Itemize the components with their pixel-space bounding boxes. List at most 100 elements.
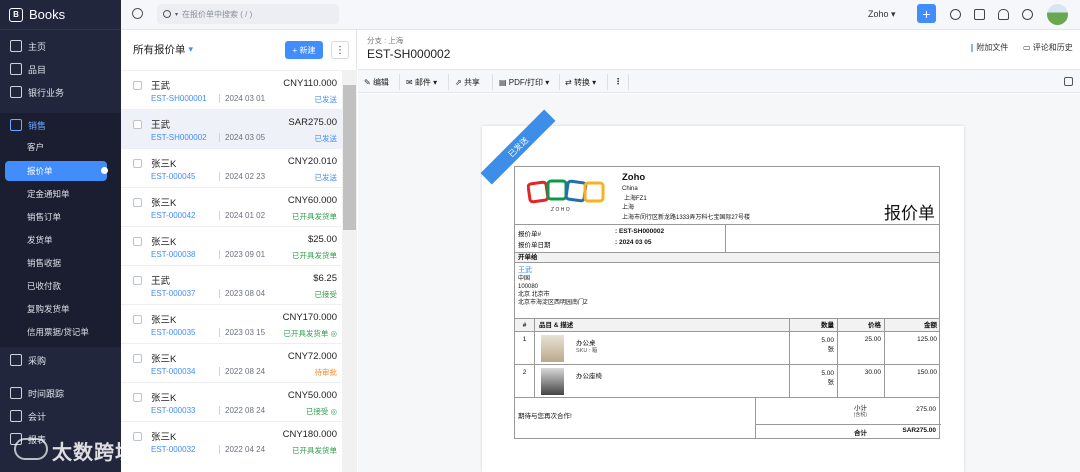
- quote-date: 2022 08 24: [219, 406, 265, 415]
- sidebar: B Books 主页 品目 银行业务 销售 客户 报价单 定金通知单 销售订单 …: [0, 0, 121, 472]
- sidebar-sub-deposit[interactable]: 定金通知单: [0, 184, 121, 204]
- sidebar-sub-quotes[interactable]: 报价单: [0, 161, 121, 181]
- quote-date-label: 报价单日期: [518, 242, 551, 249]
- sidebar-item-items[interactable]: 品目: [0, 58, 121, 80]
- recent-history-icon[interactable]: [132, 8, 143, 19]
- row-checkbox[interactable]: [133, 354, 142, 363]
- sidebar-item-label: 主页: [28, 41, 47, 52]
- status-badge: 已接受: [314, 290, 338, 299]
- books-logo-icon: B: [9, 7, 23, 22]
- sidebar-item-sales[interactable]: 销售: [0, 114, 121, 136]
- row-checkbox[interactable]: [133, 237, 142, 246]
- checklist-icon[interactable]: [1064, 77, 1073, 86]
- comments-history-button[interactable]: ▭ 评论和历史: [1023, 42, 1073, 53]
- status-badge: 已开具发货单: [292, 212, 337, 221]
- sidebar-sub-invoices[interactable]: 发货单: [0, 230, 121, 250]
- col-header-item: 品目 & 描述: [539, 322, 574, 329]
- search-input[interactable]: ▾ 在报价单中搜索 ( / ): [157, 4, 339, 24]
- row-checkbox[interactable]: [133, 276, 142, 285]
- quick-create-button[interactable]: +: [917, 4, 936, 23]
- quote-number: EST-000037: [151, 289, 196, 298]
- quote-number: EST-000033: [151, 406, 196, 415]
- comments-label: 评论和历史: [1032, 43, 1073, 52]
- more-actions-button[interactable]: ⋮: [614, 77, 622, 86]
- address-line: 北京市海淀区西明园南门Z: [518, 300, 588, 306]
- branch-label: 分支 : 上海: [367, 36, 404, 45]
- sidebar-sub-customers[interactable]: 客户: [0, 137, 121, 157]
- sidebar-item-time[interactable]: 时间跟踪: [0, 382, 121, 404]
- bell-icon[interactable]: [998, 9, 1009, 20]
- edit-label: 编辑: [372, 78, 389, 87]
- list-item[interactable]: 张三K EST-000038 2023 09 01 $25.00 已开具发货单: [121, 226, 342, 265]
- bill-to-heading: 开单给: [515, 253, 939, 263]
- list-item[interactable]: 张三K EST-000034 2022 08 24 CNY72.000 待审批: [121, 343, 342, 382]
- sidebar-item-banking[interactable]: 银行业务: [0, 81, 121, 103]
- sidebar-sub-recurring[interactable]: 复购发货单: [0, 299, 121, 319]
- list-item[interactable]: 王武 EST-SH000002 2024 03 05 SAR275.00 已发送: [121, 109, 342, 148]
- gear-icon[interactable]: [1022, 9, 1033, 20]
- row-checkbox[interactable]: [133, 315, 142, 324]
- row-checkbox[interactable]: [133, 393, 142, 402]
- quote-amount: CNY20.010: [287, 156, 337, 167]
- tasks-icon[interactable]: [974, 9, 985, 20]
- row-checkbox[interactable]: [133, 120, 142, 129]
- item-rate: 25.00: [837, 332, 884, 365]
- customer-name: 张三K: [151, 237, 177, 248]
- address-line: 中国: [518, 276, 531, 282]
- customer-name: 张三K: [151, 354, 177, 365]
- bank-icon: [10, 86, 22, 98]
- avatar[interactable]: [1047, 4, 1068, 25]
- convert-button[interactable]: ⇄ 转换 ▾: [565, 77, 596, 88]
- share-button[interactable]: ⇗ 共享: [455, 77, 480, 88]
- divider: [628, 74, 629, 90]
- sidebar-sub-sales-receipts[interactable]: 销售收据: [0, 253, 121, 273]
- quote-number: EST-000035: [151, 328, 196, 337]
- edit-button[interactable]: ✎ 编辑: [364, 77, 389, 88]
- users-icon[interactable]: [950, 9, 961, 20]
- list-item[interactable]: 张三K EST-000045 2024 02 23 CNY20.010 已发送: [121, 148, 342, 187]
- row-checkbox[interactable]: [133, 159, 142, 168]
- list-item[interactable]: 王武 EST-000037 2023 08 04 $6.25 已接受: [121, 265, 342, 304]
- customer-name: 张三K: [151, 198, 177, 209]
- item-row: 2 办公座椅 5.00 张 30.00 150.00: [515, 365, 939, 398]
- org-switcher[interactable]: Zoho ▾: [868, 9, 896, 20]
- customer-link[interactable]: 王武: [518, 267, 936, 275]
- divider: [492, 74, 493, 90]
- app-brand: Books: [29, 7, 66, 22]
- subtotal-value: 275.00: [916, 406, 936, 413]
- list-item[interactable]: 王武 EST-SH000001 2024 03 01 CNY110.000 已发送: [121, 70, 342, 109]
- attach-files-button[interactable]: ∥ 附加文件: [970, 42, 1008, 53]
- chair-image: [541, 368, 564, 395]
- quote-number: EST-SH000002: [151, 133, 207, 142]
- pdf-label: PDF/打印 ▾: [508, 78, 550, 87]
- row-checkbox[interactable]: [133, 198, 142, 207]
- customer-name: 张三K: [151, 159, 177, 170]
- new-quote-button[interactable]: + 新建: [285, 41, 323, 59]
- item-row: 1 办公桌 SKU : 箱 5.00 张 25.00 125.00: [515, 332, 939, 365]
- sidebar-sub-payments[interactable]: 已收付款: [0, 276, 121, 296]
- sidebar-item-home[interactable]: 主页: [0, 35, 121, 57]
- quote-number: EST-000034: [151, 367, 196, 376]
- list-item[interactable]: 张三K EST-000035 2023 03 15 CNY170.000 已开具发货单 …: [121, 304, 342, 343]
- list-item[interactable]: 张三K EST-000033 2022 08 24 CNY50.000 已接受 ◎: [121, 382, 342, 421]
- qty-unit: 张: [827, 379, 835, 386]
- action-toolbar: ✎ 编辑 ✉ 邮件 ▾ ⇗ 共享 ▤ PDF/打印 ▾ ⇄ 转换 ▾ ⋮: [358, 69, 1080, 93]
- sidebar-sub-credit-notes[interactable]: 信用票据/贷记单: [0, 322, 121, 342]
- qty-value: 5.00: [821, 370, 834, 377]
- list-item[interactable]: 张三K EST-000042 2024 01 02 CNY60.000 已开具发货单: [121, 187, 342, 226]
- address-line: 上海: [622, 205, 635, 211]
- row-checkbox[interactable]: [133, 81, 142, 90]
- quote-date: 2023 03 15: [219, 328, 265, 337]
- quote-meta: 报价单# : EST-SH000002 报价单日期 : 2024 03 05: [515, 225, 939, 253]
- page-title: EST-SH000002: [367, 47, 451, 61]
- sidebar-item-accountant[interactable]: 会计: [0, 405, 121, 427]
- mail-button[interactable]: ✉ 邮件 ▾: [406, 77, 437, 88]
- list-more-button[interactable]: ⋮: [331, 41, 349, 59]
- scrollbar-thumb[interactable]: [343, 85, 356, 230]
- list-item[interactable]: 张三K EST-000032 2022 04 24 CNY180.000 已开具发货单: [121, 421, 342, 460]
- sidebar-sub-sales-orders[interactable]: 销售订单: [0, 207, 121, 227]
- pdf-print-button[interactable]: ▤ PDF/打印 ▾: [499, 77, 549, 88]
- sidebar-item-purchases[interactable]: 采购: [0, 349, 121, 371]
- quote-detail-panel: 分支 : 上海 EST-SH000002 ∥ 附加文件 ▭ 评论和历史 ✎ 编辑…: [358, 30, 1080, 472]
- status-badge: 已发送: [314, 134, 338, 143]
